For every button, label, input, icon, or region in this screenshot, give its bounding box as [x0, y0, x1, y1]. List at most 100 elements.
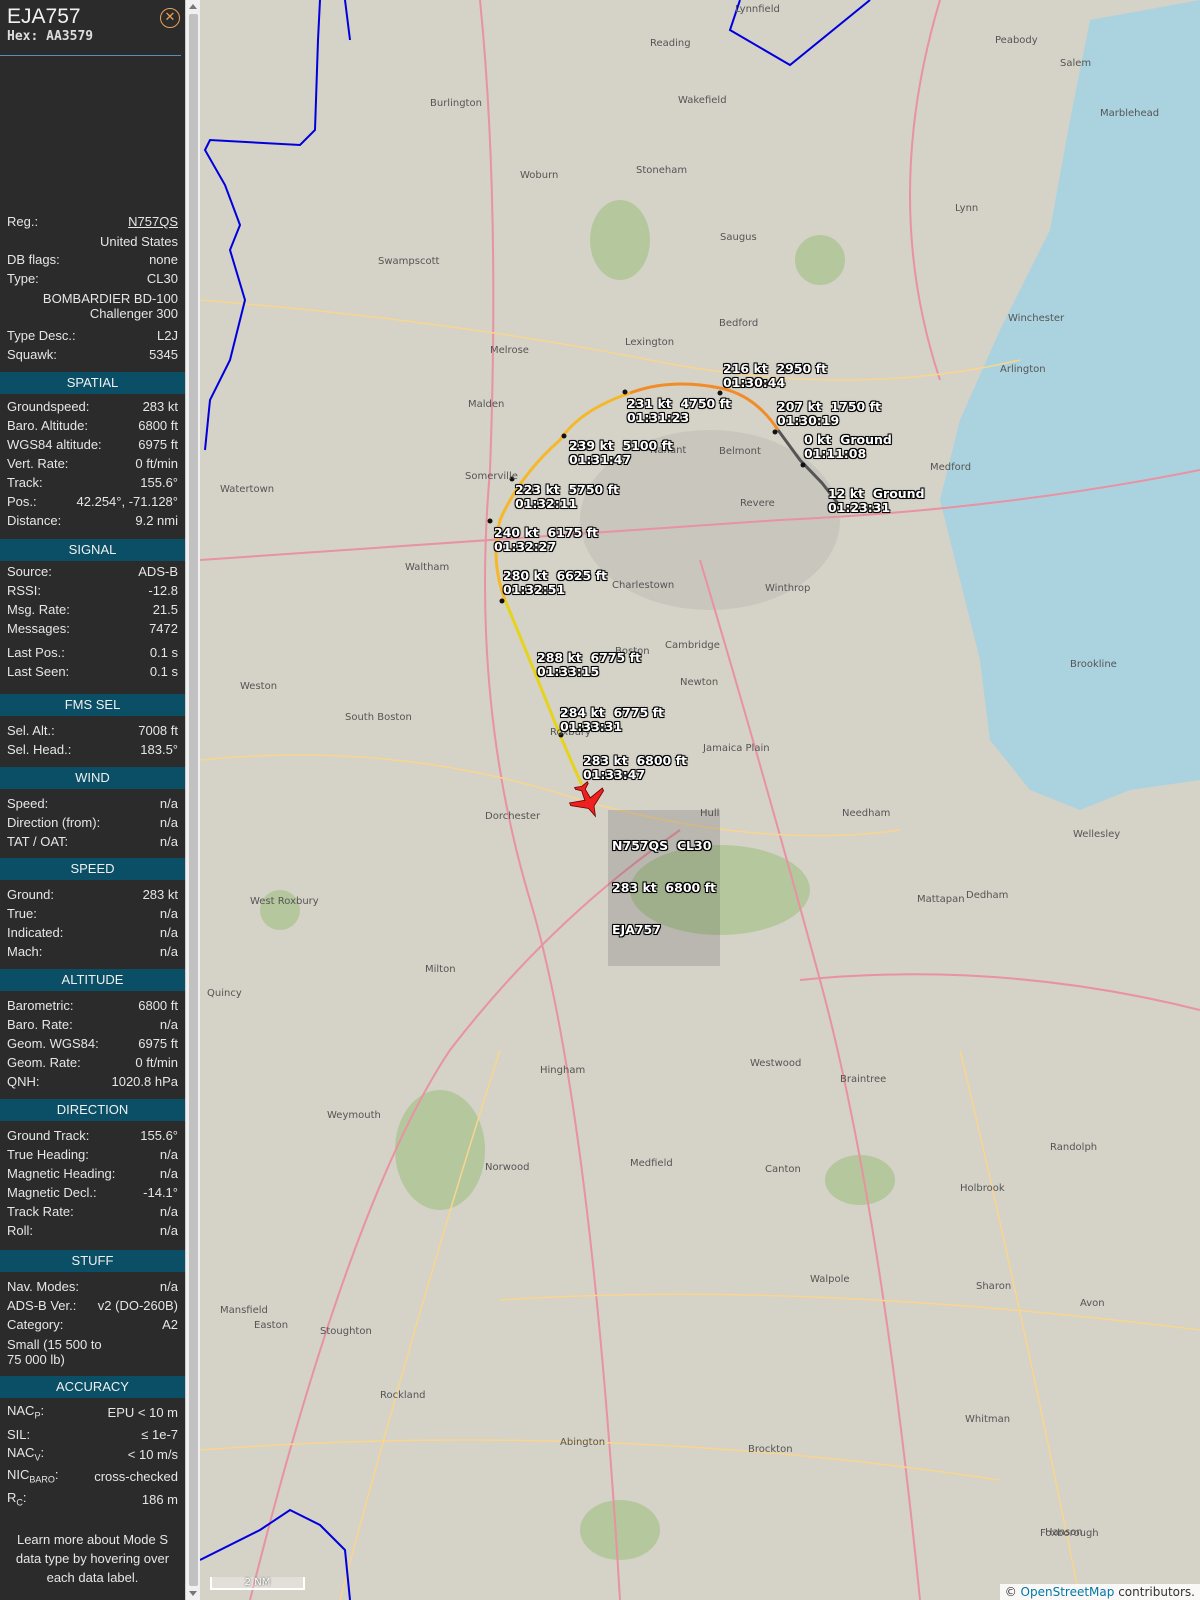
- town-label: Wakefield: [678, 95, 727, 106]
- town-label: Easton: [254, 1320, 289, 1331]
- section-speed: SPEED: [0, 858, 185, 880]
- town-label: Hingham: [540, 1065, 586, 1076]
- town-label: Holbrook: [960, 1183, 1005, 1194]
- field-value: 0.1 s: [149, 664, 178, 679]
- field-label: Last Pos.:: [7, 645, 65, 660]
- field-label: Source:: [7, 564, 52, 579]
- direction-row: Roll: n/a: [7, 1222, 178, 1240]
- field-label: Category:: [7, 1317, 64, 1332]
- field-value: 155.6°: [140, 1128, 178, 1143]
- field-label: TAT / OAT:: [7, 834, 69, 849]
- wind-row: Speed: n/a: [7, 795, 178, 813]
- town-label: Reading: [650, 38, 691, 49]
- track-point-label: 207 kt 1750 ft 01:30:19: [777, 399, 882, 428]
- town-label: Burlington: [430, 98, 482, 109]
- spatial-row: Baro. Altitude: 6800 ft: [7, 417, 178, 435]
- scroll-up-icon[interactable]: [189, 4, 197, 9]
- town-label: Hanson: [1045, 1527, 1083, 1538]
- speed-row: Indicated: n/a: [7, 924, 178, 942]
- squawk-row: Squawk: 5345: [7, 347, 178, 362]
- town-label: Medford: [930, 462, 972, 473]
- town-label: Brockton: [748, 1444, 793, 1455]
- field-label: Sel. Head.:: [7, 742, 72, 757]
- model-line2: Challenger 300: [89, 306, 178, 321]
- field-label: Ground Track:: [7, 1128, 90, 1143]
- field-value: 7472: [149, 621, 178, 636]
- registration-link[interactable]: N757QS: [128, 213, 178, 231]
- field-value: ADS-B: [138, 564, 178, 579]
- field-value: n/a: [159, 1223, 178, 1238]
- track-point-label: 12 kt Ground 01:23:31: [828, 486, 925, 515]
- field-label: Distance:: [7, 513, 62, 528]
- field-value: 21.5: [152, 602, 178, 617]
- altitude-row: QNH: 1020.8 hPa: [7, 1073, 178, 1091]
- field-label: Vert. Rate:: [7, 456, 69, 471]
- town-label: West Roxbury: [250, 896, 319, 907]
- town-label: Saugus: [720, 232, 757, 243]
- track-point-label: 0 kt Ground 01:11:08: [804, 432, 892, 461]
- town-label: Lynn: [955, 203, 979, 214]
- town-label: Marblehead: [1100, 108, 1160, 119]
- field-value: n/a: [159, 1017, 178, 1032]
- field-label: Track Rate:: [7, 1204, 74, 1219]
- signal-row: RSSI: -12.8: [7, 582, 178, 600]
- scrollbar-thumb[interactable]: [189, 14, 198, 1586]
- scroll-down-icon[interactable]: [189, 1591, 197, 1596]
- spatial-row: Distance: 9.2 nmi: [7, 512, 178, 530]
- speed-row: Mach: n/a: [7, 943, 178, 961]
- wind-row: Direction (from): n/a: [7, 814, 178, 832]
- field-value: 0 ft/min: [135, 1055, 178, 1070]
- town-label: Braintree: [840, 1074, 887, 1085]
- field-value: 283 kt: [142, 887, 178, 902]
- town-label: Salem: [1060, 58, 1092, 69]
- signal-row: Last Pos.: 0.1 s: [7, 644, 178, 662]
- field-label: Msg. Rate:: [7, 602, 70, 617]
- close-icon[interactable]: ✕: [160, 8, 180, 28]
- town-label: Dedham: [966, 890, 1009, 901]
- altitude-row: Baro. Rate: n/a: [7, 1016, 178, 1034]
- field-value: 0 ft/min: [135, 456, 178, 471]
- town-label: Milton: [425, 964, 456, 975]
- field-label: Sel. Alt.:: [7, 723, 55, 738]
- sidebar-scrollbar[interactable]: [185, 0, 200, 1600]
- aircraft-icon[interactable]: [565, 777, 612, 824]
- town-label: Revere: [740, 498, 775, 509]
- sil-row: SIL: ≤ 1e-7: [7, 1427, 178, 1442]
- category-desc-1: Small (15 500 to: [7, 1337, 102, 1352]
- field-value: 183.5°: [140, 742, 178, 757]
- direction-row: Ground Track: 155.6°: [7, 1127, 178, 1145]
- speed-row: Ground: 283 kt: [7, 886, 178, 904]
- nacp-row: NACP: EPU < 10 m: [7, 1402, 178, 1421]
- field-label: Roll:: [7, 1223, 34, 1238]
- field-value: A2: [162, 1317, 178, 1332]
- town-label: South Boston: [345, 712, 412, 723]
- field-label: Mach:: [7, 944, 43, 959]
- fms-row: Sel. Head.: 183.5°: [7, 741, 178, 759]
- rc-row: RC: 186 m: [7, 1489, 178, 1508]
- category-desc-2: 75 000 lb): [7, 1352, 65, 1367]
- map-view[interactable]: Reading Lynnfield Peabody Salem Wakefield Bur…: [200, 0, 1200, 1600]
- spatial-row: Track: 155.6°: [7, 474, 178, 492]
- field-value: 283 kt: [142, 399, 178, 414]
- town-label: Whitman: [965, 1414, 1011, 1425]
- field-label: ADS-B Ver.:: [7, 1298, 77, 1313]
- town-label: Walpole: [810, 1274, 850, 1285]
- field-label: Baro. Rate:: [7, 1017, 73, 1032]
- spatial-row: Groundspeed: 283 kt: [7, 398, 178, 416]
- openstreetmap-link[interactable]: OpenStreetMap: [1021, 1585, 1115, 1599]
- section-altitude: ALTITUDE: [0, 969, 185, 991]
- field-value: n/a: [159, 906, 178, 921]
- field-value: n/a: [159, 1204, 178, 1219]
- town-label: Mattapan: [917, 894, 965, 905]
- section-spatial: SPATIAL: [0, 372, 185, 394]
- aircraft-label[interactable]: N757QS CL30 283 kt 6800 ft EJA757: [608, 810, 720, 966]
- town-label: Wellesley: [1073, 829, 1121, 840]
- field-label: Baro. Altitude:: [7, 418, 88, 433]
- field-value: 6800 ft: [138, 998, 178, 1013]
- track-point-label: 284 kt 6775 ft 01:33:31: [560, 705, 665, 734]
- field-value: n/a: [159, 944, 178, 959]
- field-value: 42.254°, -71.128°: [76, 494, 178, 509]
- section-fms-sel: FMS SEL: [0, 694, 185, 716]
- town-label: Quincy: [207, 988, 242, 999]
- field-label: Indicated:: [7, 925, 64, 940]
